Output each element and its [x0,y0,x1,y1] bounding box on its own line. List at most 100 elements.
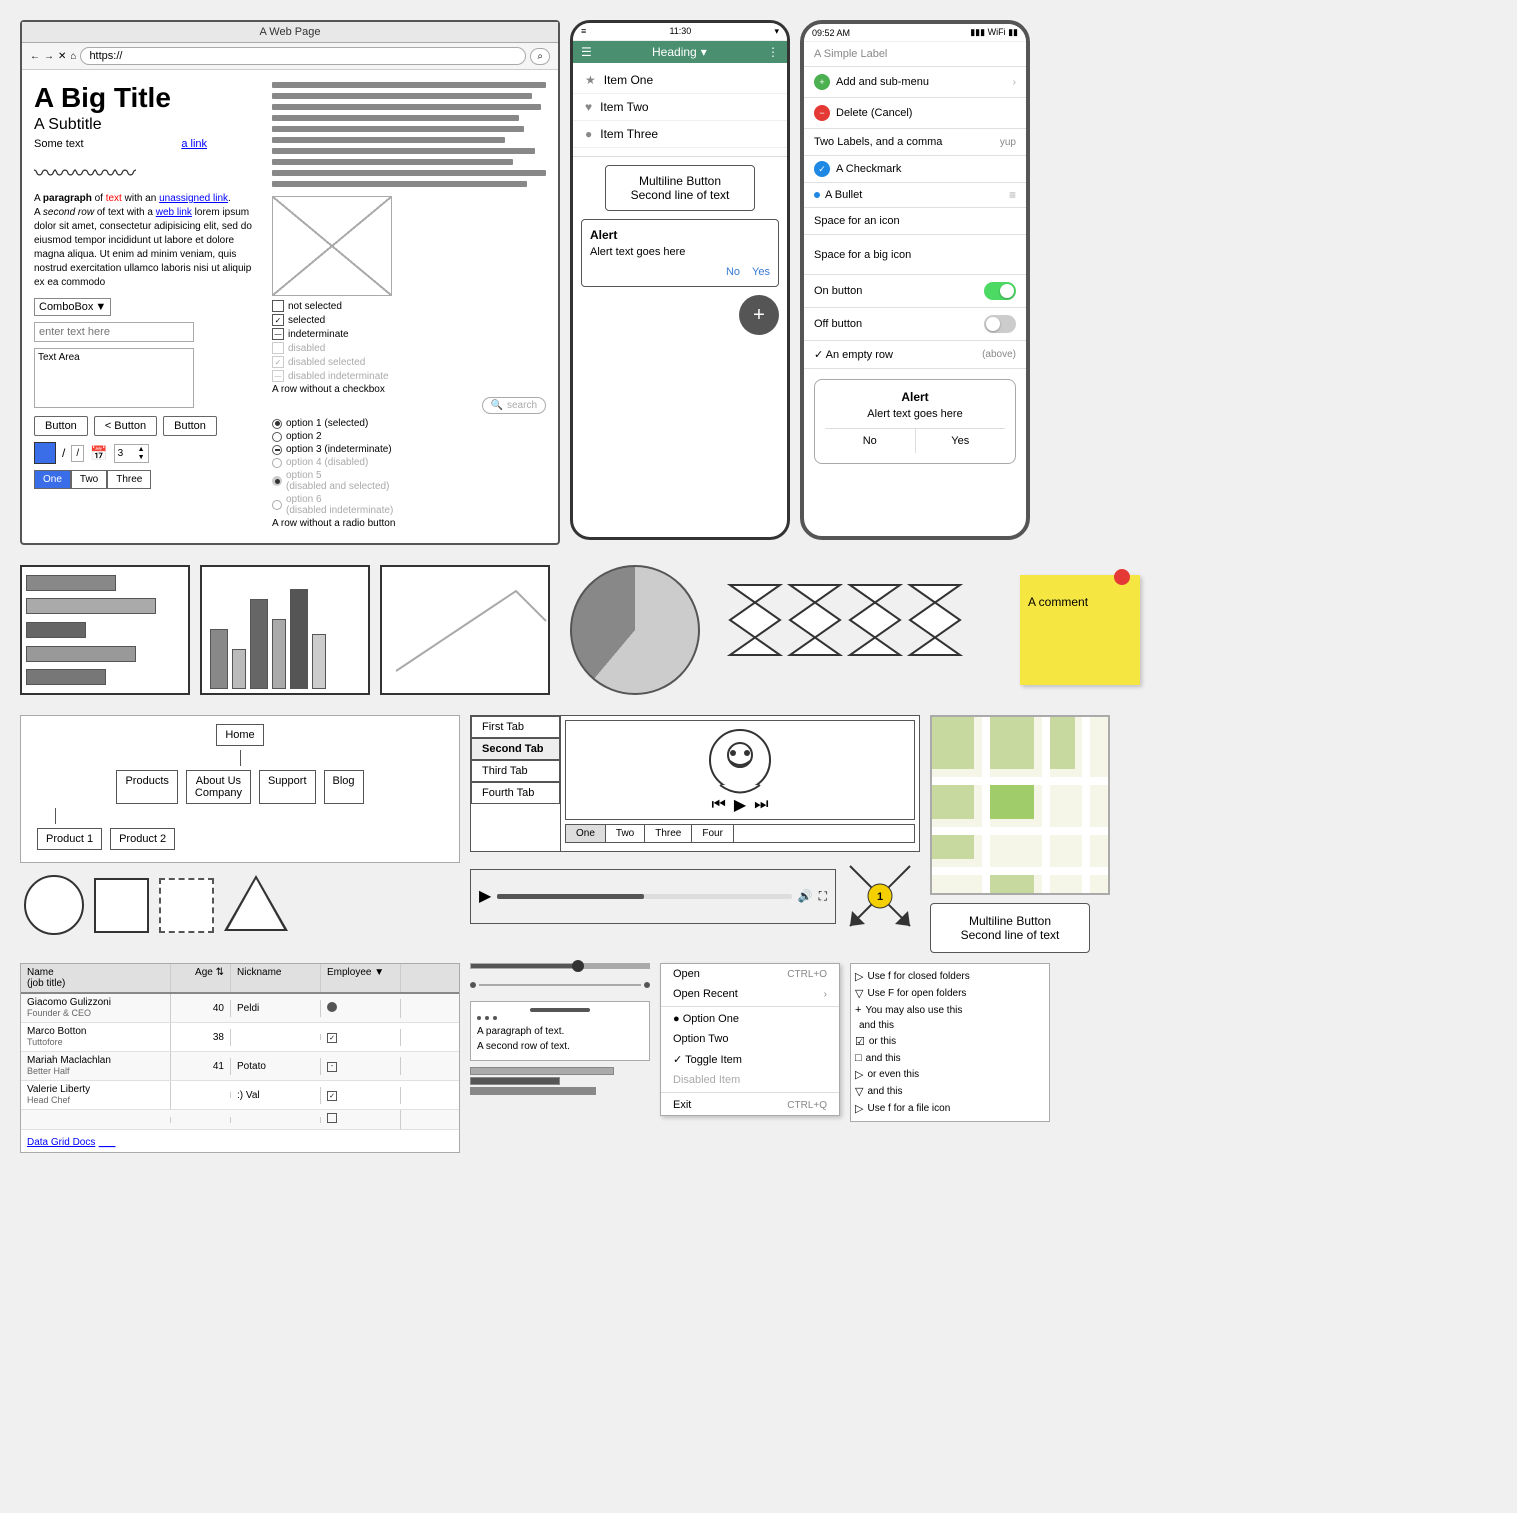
tab-one[interactable]: One [34,470,71,489]
charts-row: A comment [0,555,1517,715]
ios-item-space-icon[interactable]: Space for an icon [804,208,1026,235]
search-box[interactable]: 🔍 search [482,397,546,414]
multiline-standalone-btn[interactable]: Multiline Button Second line of text [930,903,1090,953]
search-row: 🔍 search [272,397,546,414]
ios-item-add[interactable]: + Add and sub-menu › [804,67,1026,98]
radio-btn-1[interactable] [272,419,282,429]
android-multiline-btn[interactable]: Multiline Button Second line of text [605,165,755,211]
hamburger-icon[interactable]: ☰ [581,45,592,59]
date-field[interactable]: / [71,445,84,462]
cm-exit[interactable]: Exit CTRL+Q [661,1095,839,1115]
button3[interactable]: Button [163,416,217,436]
back-btn[interactable]: ← [30,51,40,62]
dg-header-emp[interactable]: Employee ▼ [321,964,401,992]
ios-item-off-button[interactable]: Off button [804,308,1026,341]
spinner-down[interactable]: ▼ [138,454,145,461]
spinner-up[interactable]: ▲ [138,446,145,453]
button2[interactable]: < Button [94,416,157,436]
rewind-btn[interactable]: ⏮ [711,796,725,814]
cb-unchecked[interactable] [272,300,284,312]
volume-icon[interactable]: 🔊 [798,889,813,903]
strip-tab-one[interactable]: One [566,825,606,842]
ios-item-delete[interactable]: − Delete (Cancel) [804,98,1026,129]
tab-second[interactable]: Second Tab [471,738,560,760]
text-input[interactable] [34,322,194,342]
tab-two[interactable]: Two [71,470,107,489]
bottom-section: Home Products About UsCompany Support Bl… [0,715,1517,963]
toggle-off[interactable] [984,315,1016,333]
cb-no-checkbox-row: A row without a checkbox [272,384,546,395]
cm-open[interactable]: Open CTRL+O [661,964,839,984]
android-heading: Heading [652,45,697,59]
emp-check-5[interactable] [327,1113,337,1123]
subtitle: A Subtitle [34,116,264,134]
url-input[interactable] [80,47,526,65]
cb-selected: selected [272,314,546,326]
dropdown-icon[interactable]: ▾ [701,45,707,59]
color-picker[interactable] [34,442,56,464]
dg-header: Name(job title) Age ⇅ Nickname Employee … [21,964,459,994]
emp-radio-1[interactable] [327,1002,337,1012]
emp-check-3[interactable] [327,1062,337,1072]
tab-third[interactable]: Third Tab [471,760,560,782]
more-icon[interactable]: ⋮ [767,45,779,59]
ios-list: + Add and sub-menu › − Delete (Cancel) T… [804,67,1026,369]
spinner[interactable]: 3 ▲ ▼ [114,444,149,463]
radio-btn-2[interactable] [272,432,282,442]
cm-open-recent[interactable]: Open Recent › [661,984,839,1004]
sticky-text: A comment [1028,583,1132,609]
android-fab[interactable]: + [739,295,779,335]
close-btn[interactable]: ✕ [58,51,66,62]
ios-alert-no[interactable]: No [825,429,916,453]
slider-paragraph: A paragraph of text.A second row of text… [470,1001,650,1061]
android-item-1[interactable]: ★ Item One [573,67,787,94]
android-alert-yes[interactable]: Yes [752,266,770,278]
radio-btn-3[interactable] [272,445,282,455]
strip-tab-three[interactable]: Three [645,825,692,842]
strip-tab-four[interactable]: Four [692,825,734,842]
emp-check-4[interactable] [327,1091,337,1101]
emp-check-2[interactable] [327,1033,337,1043]
play-btn[interactable]: ▶ [734,795,746,815]
ios-item-two-labels[interactable]: Two Labels, and a comma yup [804,129,1026,156]
ios-item-checkmark[interactable]: ✓ A Checkmark [804,156,1026,183]
combobox[interactable]: ComboBox ▼ [34,298,111,316]
forward-btn[interactable]: → [44,51,54,62]
calendar-icon[interactable]: 📅 [90,445,107,462]
tab-three[interactable]: Three [107,470,151,489]
play-icon-2[interactable]: ▶ [479,886,491,906]
slider-1[interactable] [470,963,650,969]
ios-item-on-button[interactable]: On button [804,275,1026,308]
strip-tab-two[interactable]: Two [606,825,645,842]
cm-option-one[interactable]: ● Option One [661,1009,839,1029]
cb-indet[interactable] [272,328,284,340]
date-sep: / [62,446,65,460]
android-item-2[interactable]: ♥ Item Two [573,94,787,121]
ios-alert-yes[interactable]: Yes [916,429,1006,453]
a-link[interactable]: a link [181,138,207,150]
home-btn[interactable]: ⌂ [70,51,76,62]
tab-fourth[interactable]: Fourth Tab [471,782,560,804]
ios-time: 09:52 AM [812,28,850,38]
android-item-3[interactable]: ● Item Three [573,121,787,148]
dg-docs-link[interactable]: Data Grid Docs [27,1137,95,1148]
go-button[interactable]: ⌕ [530,48,550,65]
button1[interactable]: Button [34,416,88,436]
textarea[interactable]: Text Area [34,348,194,408]
dg-header-name[interactable]: Name(job title) [21,964,171,992]
forward-btn[interactable]: ⏭ [754,796,768,814]
fullscreen-icon[interactable]: ⛶ [819,889,827,904]
ios-item-space-big-icon[interactable]: Space for a big icon [804,235,1026,275]
toggle-on[interactable] [984,282,1016,300]
ft-item-9: ▷ Use f for a file icon [855,1100,1045,1117]
android-alert-no[interactable]: No [726,266,740,278]
cm-option-two[interactable]: Option Two [661,1029,839,1049]
dg-header-age[interactable]: Age ⇅ [171,964,231,992]
org-product1: Product 1 [37,828,102,850]
v-bar-6 [312,634,326,689]
cm-toggle[interactable]: ✓ Toggle Item [661,1049,839,1070]
ios-item-bullet[interactable]: A Bullet ≡ [804,183,1026,208]
tab-first[interactable]: First Tab [471,716,560,738]
cb-checked[interactable] [272,314,284,326]
map-block-6 [990,875,1034,895]
